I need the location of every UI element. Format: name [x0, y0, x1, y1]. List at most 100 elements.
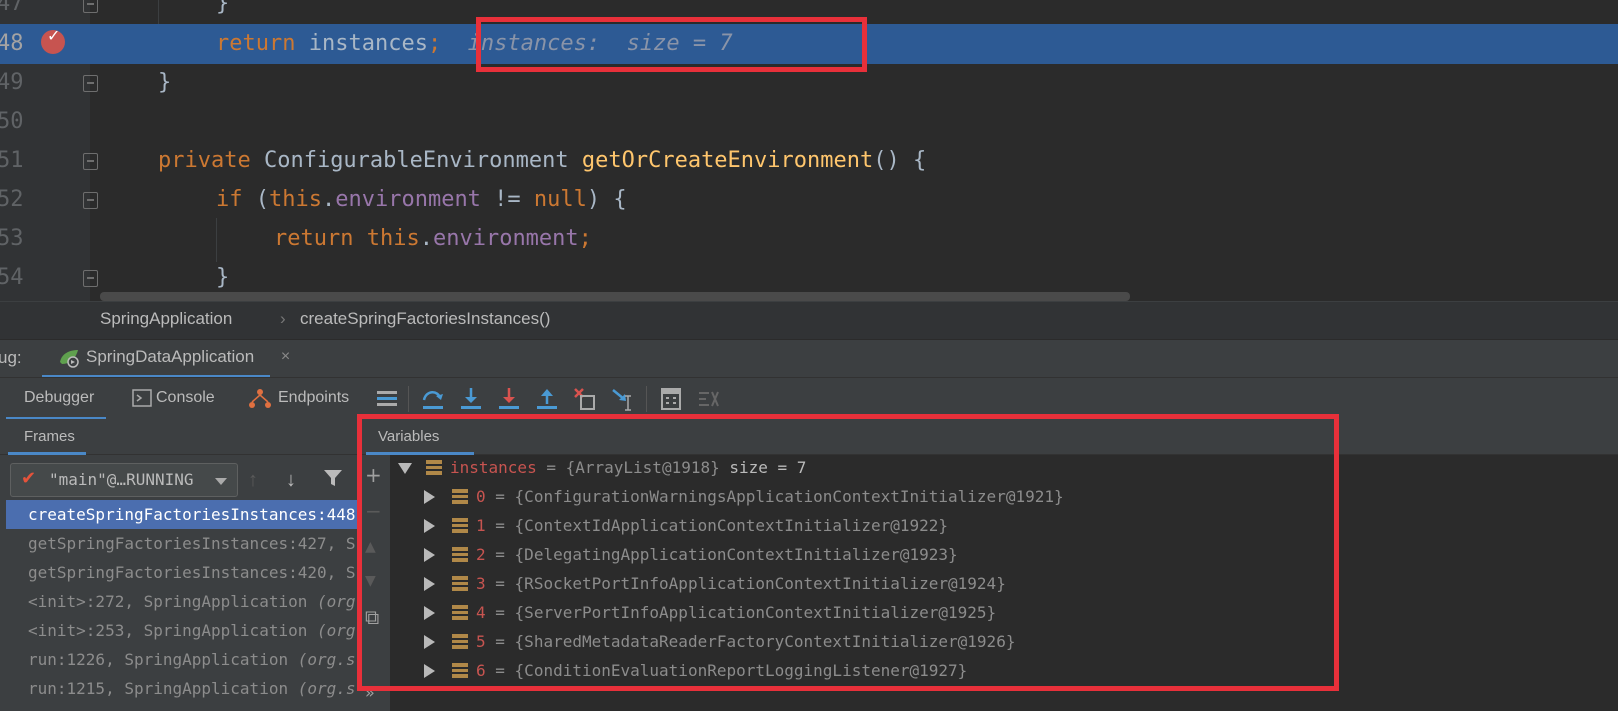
editor-horizontal-scrollbar[interactable] — [100, 292, 1130, 301]
line-number: 47 — [0, 0, 24, 16]
expand-arrow-icon[interactable] — [424, 519, 435, 533]
line-number: 50 — [0, 109, 24, 134]
variable-row-element[interactable]: 6 = {ConditionEvaluationReportLoggingLis… — [422, 656, 1322, 685]
expand-arrow-icon[interactable] — [424, 664, 435, 678]
frame-item[interactable]: run:1215, SpringApplication (org.s — [6, 674, 368, 703]
close-icon[interactable]: × — [281, 340, 290, 374]
field-icon — [426, 460, 442, 475]
breakpoint-icon[interactable] — [41, 26, 65, 54]
variable-row-element[interactable]: 4 = {ServerPortInfoApplicationContextIni… — [422, 598, 1322, 627]
frame-item[interactable]: getSpringFactoriesInstances:427, S — [6, 529, 368, 558]
arrow-up-icon[interactable]: ↑ — [248, 469, 258, 492]
code-line[interactable]: 50 — [0, 102, 1618, 142]
evaluate-expression-icon[interactable] — [658, 386, 684, 412]
variables-pane: Variables + − ▲ ▼ ⧉ » instances = {Array… — [360, 419, 1618, 711]
code-line[interactable]: 51 private ConfigurableEnvironment getOrC… — [0, 141, 1618, 181]
trace-icon[interactable] — [696, 386, 722, 412]
code-text: return this.environment; — [274, 226, 592, 251]
arrow-down-icon[interactable]: ↓ — [286, 469, 296, 492]
frames-tab-underline — [8, 452, 86, 455]
variable-name: 2 = {DelegatingApplicationContextInitial… — [476, 545, 958, 564]
expand-arrow-icon[interactable] — [424, 490, 435, 504]
expand-arrow-icon[interactable] — [424, 635, 435, 649]
step-into-icon[interactable] — [458, 386, 484, 412]
frame-item[interactable]: createSpringFactoriesInstances:448 — [6, 500, 368, 529]
code-line[interactable]: 53 return this.environment; — [0, 219, 1618, 259]
variable-row-element[interactable]: 1 = {ContextIdApplicationContextInitiali… — [422, 511, 1322, 540]
code-line[interactable]: 52 if (this.environment != null) { — [0, 180, 1618, 220]
toolbar-separator — [408, 386, 409, 412]
run-to-cursor-icon[interactable] — [610, 386, 636, 412]
code-editor[interactable]: 47} 48 return instances; instances: size =… — [0, 0, 1618, 310]
frame-item[interactable]: <init>:272, SpringApplication (org — [6, 587, 368, 616]
expand-arrow-icon[interactable] — [424, 577, 435, 591]
toolbar-separator — [646, 386, 647, 412]
field-icon — [452, 605, 468, 620]
fold-marker-icon[interactable] — [83, 75, 98, 92]
move-up-icon[interactable]: ▲ — [365, 539, 376, 555]
move-down-icon[interactable]: ▼ — [365, 573, 376, 589]
variables-title: Variables — [378, 428, 440, 445]
copy-icon[interactable]: ⧉ — [365, 605, 379, 629]
code-line[interactable]: 47} — [0, 0, 1618, 24]
debug-label: ug: — [0, 348, 22, 367]
frame-item[interactable]: getSpringFactoriesInstances:420, S — [6, 558, 368, 587]
frame-item[interactable]: <init>:253, SpringApplication (org — [6, 616, 368, 645]
code-text: return instances; instances: size = 7 — [216, 31, 733, 56]
code-text: private ConfigurableEnvironment getOrCre… — [158, 148, 927, 173]
filter-icon[interactable] — [322, 467, 344, 489]
thread-selector[interactable]: ✔ "main"@…RUNNING — [10, 463, 238, 497]
drop-frame-icon[interactable] — [572, 386, 598, 412]
field-icon — [452, 547, 468, 562]
step-out-icon[interactable] — [534, 386, 560, 412]
field-icon — [452, 634, 468, 649]
variables-header: Variables — [360, 419, 1618, 455]
tab-endpoints-label: Endpoints — [278, 389, 350, 406]
fold-marker-icon[interactable] — [83, 192, 98, 209]
fold-marker-icon[interactable] — [83, 153, 98, 170]
line-number: 48 — [0, 31, 24, 56]
remove-watch-icon[interactable]: − — [365, 499, 382, 523]
code-line-current[interactable]: 48 return instances; instances: size = 7 — [0, 24, 1618, 64]
tab-debugger[interactable]: Debugger — [6, 378, 106, 420]
add-watch-icon[interactable]: + — [365, 463, 382, 487]
variable-row-element[interactable]: 0 = {ConfigurationWarningsApplicationCon… — [422, 482, 1322, 511]
frame-item[interactable]: run:1226, SpringApplication (org.s — [6, 645, 368, 674]
expand-arrow-icon[interactable] — [424, 606, 435, 620]
fold-marker-icon[interactable] — [83, 0, 98, 13]
step-over-icon[interactable] — [420, 386, 446, 412]
debug-tool-window-header: ug: SpringDataApplication × — [0, 339, 1618, 378]
frames-pane: Frames ✔ "main"@…RUNNING ↑ ↓ createSprin… — [0, 419, 368, 711]
tab-debugger-label: Debugger — [24, 389, 95, 406]
variable-name: 1 = {ContextIdApplicationContextInitiali… — [476, 516, 949, 535]
console-icon — [132, 389, 152, 407]
variable-name: 0 = {ConfigurationWarningsApplicationCon… — [476, 487, 1064, 506]
variable-name: 3 = {RSocketPortInfoApplicationContextIn… — [476, 574, 1006, 593]
variable-row-element[interactable]: 2 = {DelegatingApplicationContextInitial… — [422, 540, 1322, 569]
fold-marker-icon[interactable] — [83, 270, 98, 287]
run-config-tab[interactable]: SpringDataApplication × — [42, 340, 290, 378]
endpoints-icon — [249, 389, 271, 408]
expand-arrow-icon[interactable] — [398, 463, 412, 474]
thread-check-icon: ✔ — [21, 468, 37, 488]
code-text: } — [216, 0, 230, 16]
more-icon[interactable]: » — [365, 683, 375, 702]
variable-row-element[interactable]: 5 = {SharedMetadataReaderFactoryContextI… — [422, 627, 1322, 656]
force-step-into-icon[interactable] — [496, 386, 522, 412]
breadcrumb-class[interactable]: SpringApplication — [100, 302, 232, 336]
code-line[interactable]: 49} — [0, 63, 1618, 103]
frames-title: Frames — [24, 428, 75, 445]
tab-console-label: Console — [156, 389, 215, 406]
field-icon — [452, 663, 468, 678]
debugger-toolbar: Debugger Console Endpoints — [0, 377, 1618, 420]
variable-row-element[interactable]: 3 = {RSocketPortInfoApplicationContextIn… — [422, 569, 1322, 598]
expand-arrow-icon[interactable] — [424, 548, 435, 562]
field-icon — [452, 489, 468, 504]
variable-name: 5 = {SharedMetadataReaderFactoryContextI… — [476, 632, 1016, 651]
code-text: } — [158, 70, 172, 95]
variable-row-instances[interactable]: instances = {ArrayList@1918} size = 7 — [396, 453, 1296, 482]
line-number: 49 — [0, 70, 24, 95]
run-config-label: SpringDataApplication — [86, 347, 255, 366]
breadcrumb-method[interactable]: createSpringFactoriesInstances() — [300, 302, 550, 336]
layout-icon[interactable] — [374, 386, 400, 412]
